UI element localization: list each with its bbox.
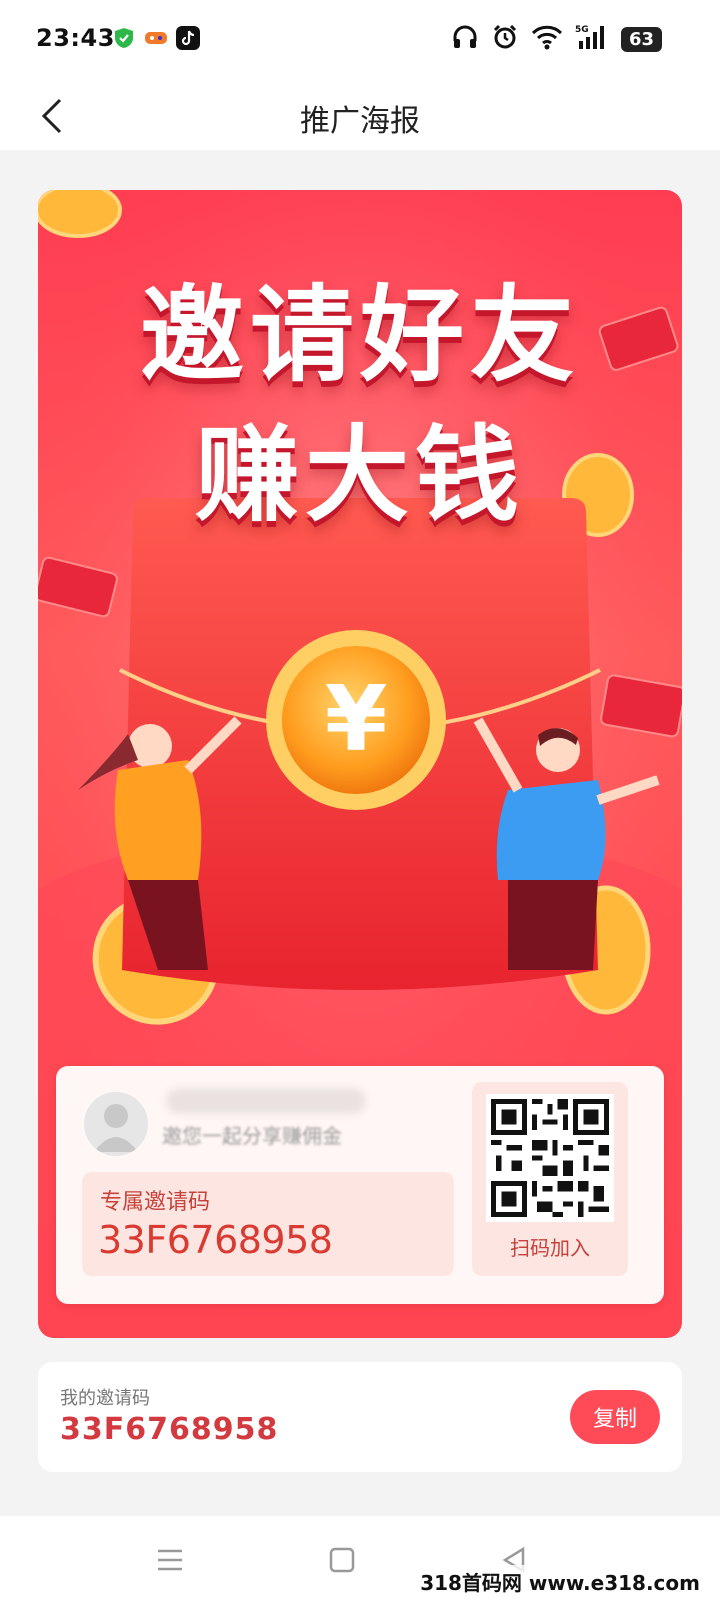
qr-code-label: 扫码加入	[510, 1236, 590, 1260]
girl-character	[128, 724, 172, 768]
coin-decoration	[38, 190, 122, 238]
copy-button[interactable]: 复制	[570, 1390, 660, 1444]
system-nav-bar: 318首码网 www.e318.com	[0, 1516, 720, 1604]
status-bar: 23:43 5G 63	[0, 0, 720, 82]
network-type: 5G	[575, 25, 589, 35]
home-square-icon	[329, 1547, 355, 1573]
menu-icon	[158, 1549, 182, 1571]
yuan-symbol: ¥	[325, 667, 388, 772]
headphones-icon	[451, 23, 479, 55]
shield-app-icon	[112, 26, 136, 50]
watermark: 318首码网 www.e318.com	[416, 1565, 704, 1598]
user-avatar-icon	[94, 1104, 138, 1152]
page-title: 推广海报	[300, 104, 420, 139]
game-app-icon	[144, 26, 168, 50]
tiktok-app-icon	[176, 26, 200, 50]
qr-code-box: 扫码加入	[472, 1082, 628, 1276]
wifi-icon	[531, 23, 563, 55]
invite-code-value: 33F6768958	[98, 1218, 333, 1262]
my-invite-code-value: 33F6768958	[60, 1412, 279, 1447]
my-invite-code-label: 我的邀请码	[60, 1388, 150, 1409]
nav-bar: 推广海报	[0, 82, 720, 150]
battery-indicator: 63	[620, 26, 662, 52]
alarm-icon	[491, 23, 519, 55]
invite-code-box: 专属邀请码 33F6768958	[82, 1172, 454, 1276]
invite-code-label: 专属邀请码	[100, 1190, 211, 1215]
home-nav-button[interactable]	[318, 1536, 366, 1584]
my-invite-code-card: 我的邀请码 33F6768958 复制	[38, 1362, 682, 1472]
invite-info-card: 邀您一起分享赚佣金 专属邀请码 33F6768958 扫码加入	[56, 1066, 664, 1304]
status-indicators: 5G 63	[451, 22, 662, 56]
poster-subheadline: 赚大钱	[194, 414, 525, 536]
status-time: 23:43	[36, 24, 115, 52]
promo-poster: ¥ 邀请好友 赚大钱 邀您一起分享赚佣金 专属邀请码 33F6768958 扫码…	[38, 190, 682, 1338]
qr-code	[486, 1094, 614, 1222]
invite-slogan: 邀您一起分享赚佣金	[162, 1124, 342, 1148]
cellular-signal-icon: 5G	[575, 23, 609, 55]
poster-headline: 邀请好友	[139, 274, 580, 396]
menu-nav-button[interactable]	[146, 1536, 194, 1584]
username-blurred	[166, 1088, 366, 1114]
avatar	[84, 1092, 148, 1156]
